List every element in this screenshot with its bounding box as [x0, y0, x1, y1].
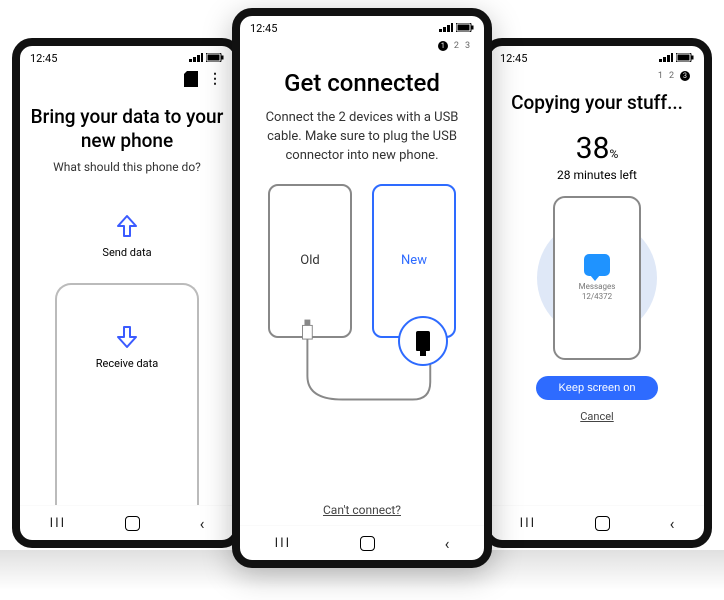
battery-icon	[206, 52, 224, 65]
signal-icon	[189, 52, 203, 65]
battery-icon	[676, 52, 694, 65]
nav-recents-icon[interactable]: III	[275, 536, 292, 551]
messages-icon	[584, 254, 610, 276]
time-remaining: 28 minutes left	[557, 168, 637, 182]
status-time: 12:45	[250, 22, 277, 35]
sd-card-icon[interactable]	[184, 71, 198, 91]
page-title: Get connected	[240, 51, 484, 109]
nav-back-icon[interactable]: ‹	[200, 514, 205, 533]
nav-bar: III ‹	[240, 525, 484, 560]
progress-percent: 38%	[576, 131, 619, 166]
copy-item-label: Messages 12/4372	[579, 282, 616, 301]
copy-phone-illustration: Messages 12/4372	[553, 196, 641, 360]
new-device: New	[372, 184, 456, 338]
arrow-up-icon[interactable]	[20, 214, 234, 244]
more-icon[interactable]: ⋮	[208, 71, 222, 91]
page-title: Bring your data to your new phone	[20, 95, 234, 159]
phone-left: 12:45 ⋮ Bring your data to your new phon…	[12, 38, 242, 548]
phone-right: 12:45 1 2 3 Copying your stuff...	[482, 38, 712, 548]
nav-recents-icon[interactable]: III	[50, 516, 67, 531]
signal-icon	[659, 52, 673, 65]
send-data-label[interactable]: Send data	[20, 246, 234, 259]
step-indicator: 1 2 3	[240, 37, 484, 51]
cancel-link[interactable]: Cancel	[580, 410, 613, 423]
nav-home-icon[interactable]	[360, 536, 375, 551]
old-device: Old	[268, 184, 352, 338]
step-active: 3	[680, 71, 690, 81]
connection-illustration: Old New	[240, 166, 484, 493]
keep-screen-on-button[interactable]: Keep screen on	[536, 376, 657, 400]
phone-middle: 12:45 1 2 3 Get connected Connect the 2 …	[232, 8, 492, 568]
page-subtitle: Connect the 2 devices with a USB cable. …	[240, 109, 484, 166]
battery-icon	[456, 22, 474, 35]
page-title: Copying your stuff...	[490, 81, 704, 121]
status-time: 12:45	[30, 52, 57, 65]
receive-data-label[interactable]: Receive data	[96, 357, 158, 370]
nav-recents-icon[interactable]: III	[520, 516, 537, 531]
step-indicator: 1 2 3	[490, 67, 704, 81]
nav-home-icon[interactable]	[125, 516, 140, 531]
nav-bar: III ‹	[20, 505, 234, 540]
nav-home-icon[interactable]	[595, 516, 610, 531]
cant-connect-link[interactable]: Can't connect?	[240, 493, 484, 525]
status-bar: 12:45	[490, 46, 704, 67]
arrow-down-icon[interactable]	[116, 325, 138, 355]
usb-adapter-icon	[398, 316, 448, 366]
page-subtitle: What should this phone do?	[20, 159, 234, 176]
status-bar: 12:45	[20, 46, 234, 67]
receive-phone-illustration: Receive data	[55, 283, 199, 505]
signal-icon	[439, 22, 453, 35]
status-time: 12:45	[500, 52, 527, 65]
step-active: 1	[438, 41, 448, 51]
nav-back-icon[interactable]: ‹	[445, 534, 450, 553]
nav-bar: III ‹	[490, 505, 704, 540]
status-bar: 12:45	[240, 16, 484, 37]
nav-back-icon[interactable]: ‹	[670, 514, 675, 533]
